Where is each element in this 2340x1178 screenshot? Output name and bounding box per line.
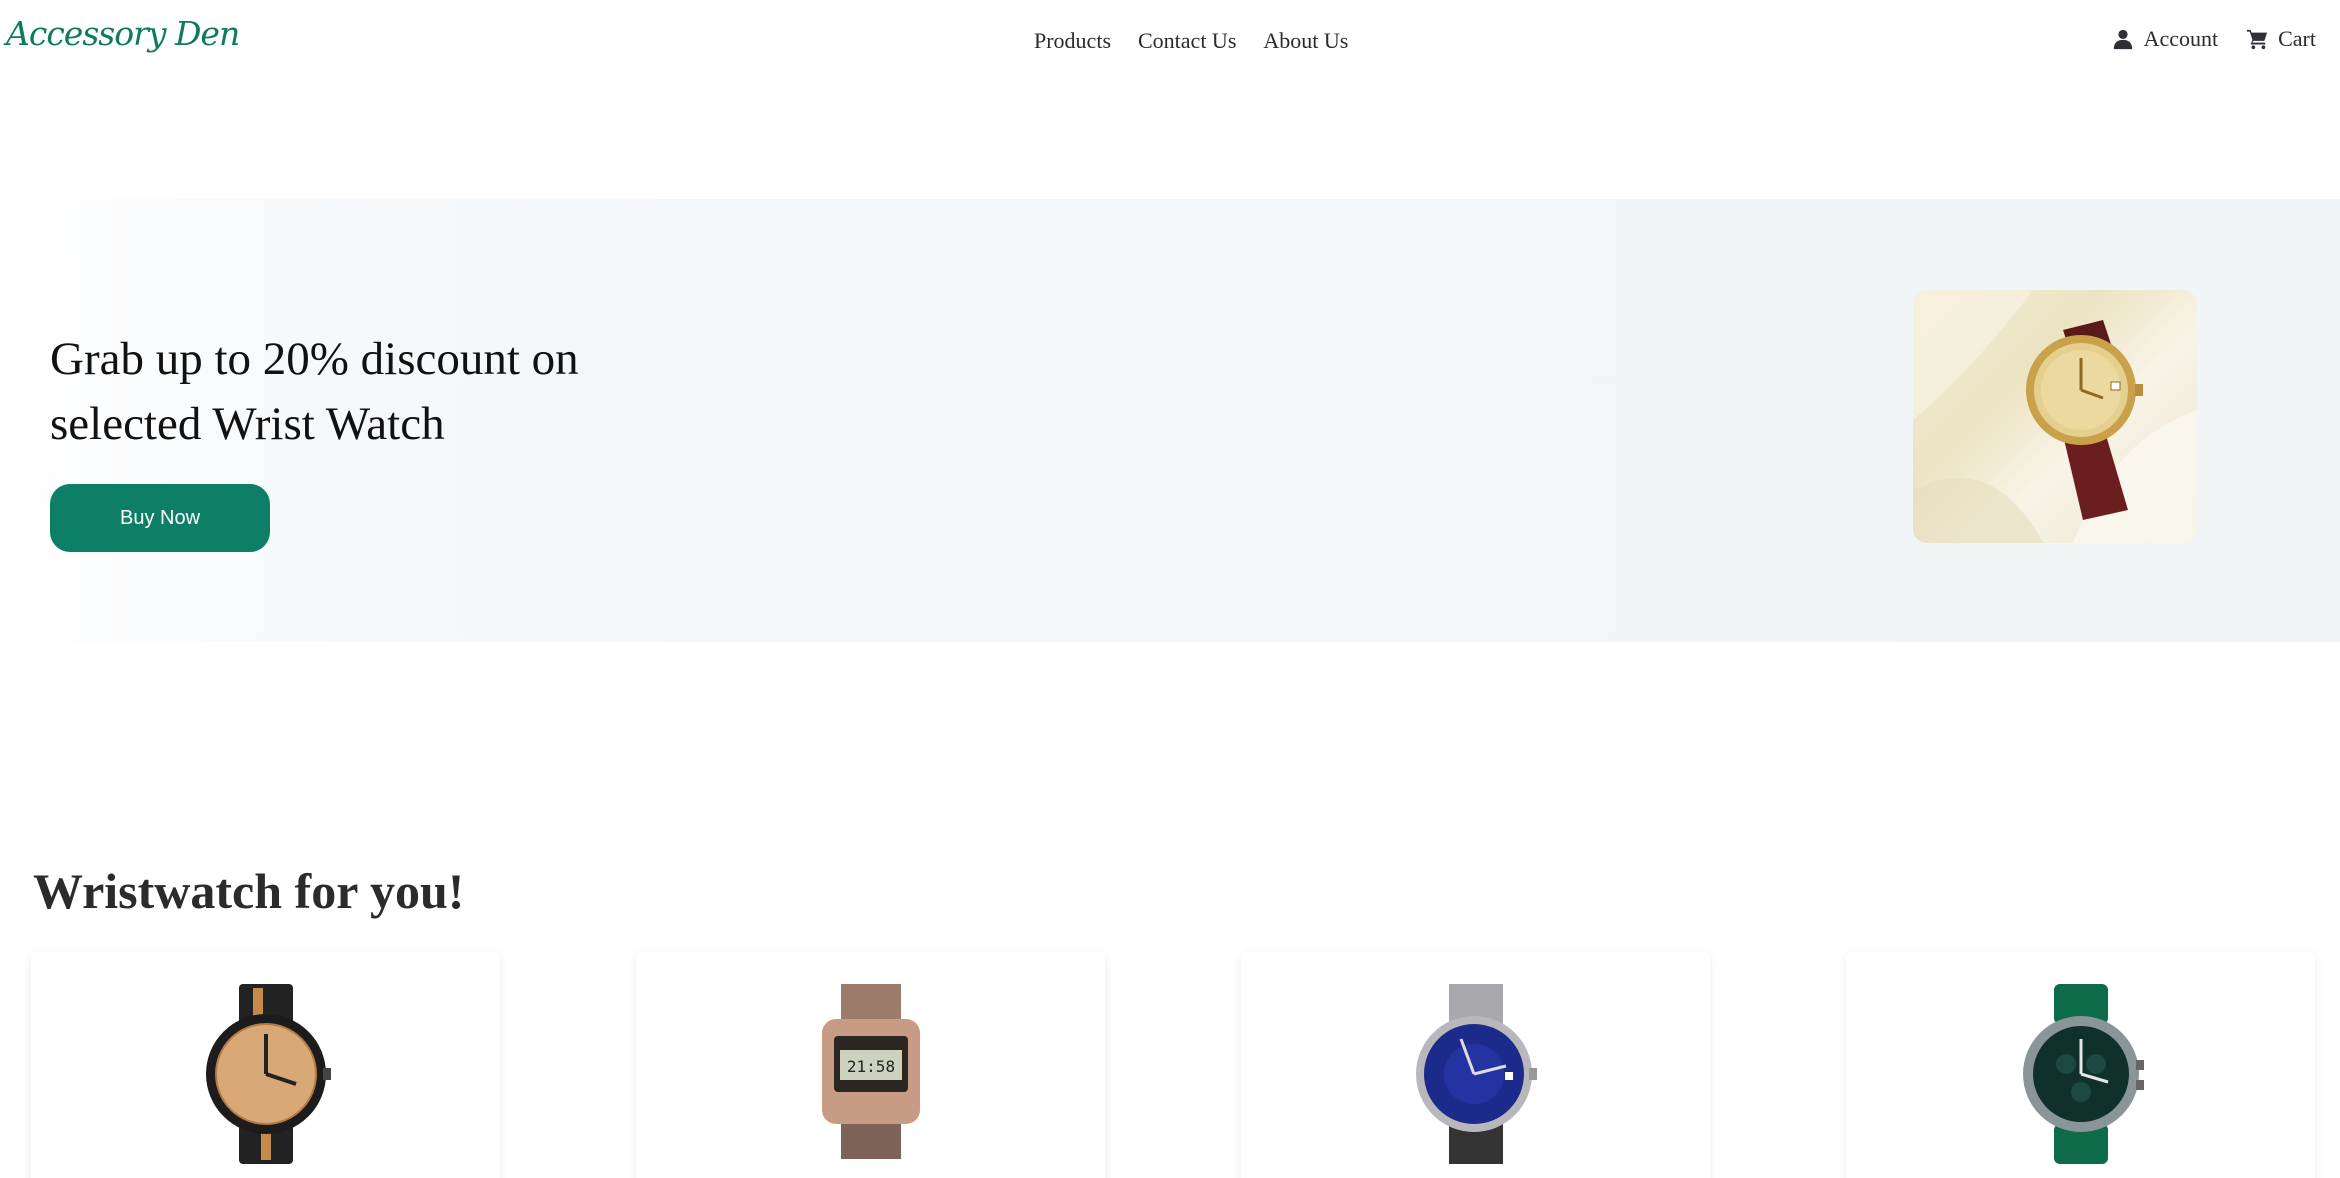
product-card[interactable] <box>1846 952 2315 1178</box>
section-title: Wristwatch for you! <box>33 863 465 919</box>
nav-about-us[interactable]: About Us <box>1263 28 1348 54</box>
hero-title-line2: selected Wrist Watch <box>50 398 445 450</box>
hero-title-line1: Grab up to 20% discount on <box>50 333 579 385</box>
hero-watch-image <box>1913 290 2197 543</box>
cart-link[interactable]: Cart <box>2246 26 2316 52</box>
account-link[interactable]: Account <box>2112 26 2219 52</box>
user-nav: Account Cart <box>2112 26 2316 52</box>
wooden-watch-image <box>205 984 331 1164</box>
product-card[interactable] <box>31 952 500 1178</box>
hero-title: Grab up to 20% discount on selected Wris… <box>50 327 750 457</box>
product-card[interactable]: 21:58 <box>636 952 1105 1178</box>
buy-now-button[interactable]: Buy Now <box>50 484 270 552</box>
site-logo[interactable]: Accessory Den <box>6 14 240 53</box>
svg-text:21:58: 21:58 <box>846 1057 894 1076</box>
digital-gold-watch-image: 21:58 <box>821 984 920 1159</box>
blue-dial-watch-image <box>1415 984 1537 1164</box>
nav-products[interactable]: Products <box>1034 28 1111 54</box>
cart-label: Cart <box>2278 26 2316 51</box>
green-chronograph-watch-image <box>2022 984 2144 1164</box>
product-grid: 21:58 <box>31 952 2315 1178</box>
cart-icon <box>2247 29 2268 50</box>
user-icon <box>2113 29 2132 50</box>
hero-banner: Grab up to 20% discount on selected Wris… <box>0 199 2340 642</box>
nav-contact-us[interactable]: Contact Us <box>1138 28 1236 54</box>
account-label: Account <box>2143 26 2219 51</box>
product-card[interactable] <box>1241 952 1710 1178</box>
main-nav: Products Contact Us About Us <box>1034 28 1348 54</box>
site-header: Accessory Den Products Contact Us About … <box>0 0 2340 86</box>
